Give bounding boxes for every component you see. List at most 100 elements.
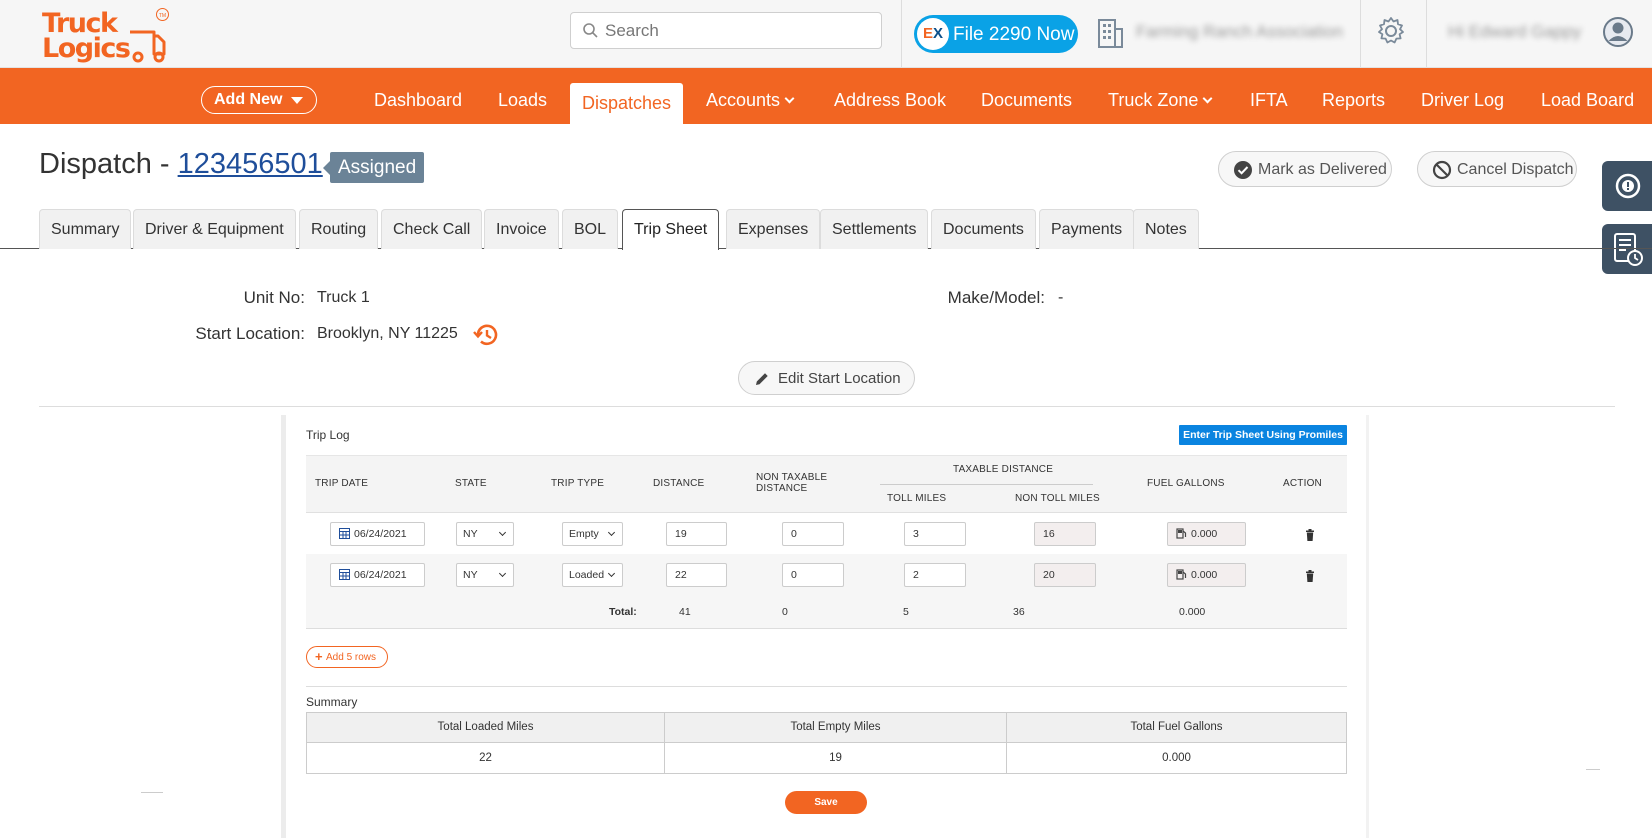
chevron-down-icon bbox=[607, 569, 616, 578]
file-2290-button[interactable]: EX File 2290 Now bbox=[914, 15, 1078, 53]
make-model-label: Make/Model: bbox=[947, 288, 1045, 307]
user-name[interactable]: Hi Edward Gappy bbox=[1448, 22, 1588, 42]
add-new-button[interactable]: Add New bbox=[201, 86, 317, 114]
add-5-rows-button[interactable]: + Add 5 rows bbox=[306, 646, 388, 668]
tab-driver-equipment[interactable]: Driver & Equipment bbox=[133, 209, 296, 249]
start-location-label: Start Location: bbox=[195, 324, 305, 343]
state-select[interactable]: NY bbox=[456, 563, 514, 587]
tab-invoice[interactable]: Invoice bbox=[484, 209, 559, 249]
nav-documents[interactable]: Documents bbox=[981, 90, 1072, 111]
scroll-marker bbox=[141, 792, 163, 793]
check-circle-icon bbox=[1234, 161, 1252, 179]
summary-loaded-miles: 22 bbox=[479, 752, 492, 764]
trip-type-select[interactable]: Empty bbox=[562, 522, 623, 546]
cancel-dispatch-button[interactable]: Cancel Dispatch bbox=[1417, 151, 1577, 187]
nav-truck-zone[interactable]: Truck Zone bbox=[1108, 90, 1213, 111]
trademark-badge: TM bbox=[156, 8, 169, 21]
make-model-value: - bbox=[1058, 289, 1064, 306]
nav-loads[interactable]: Loads bbox=[498, 90, 547, 111]
save-button[interactable]: Save bbox=[785, 791, 867, 814]
tab-documents[interactable]: Documents bbox=[931, 209, 1036, 249]
tab-notes[interactable]: Notes bbox=[1133, 209, 1199, 249]
trip-type-select[interactable]: Loaded bbox=[562, 563, 623, 587]
nav-driver-log[interactable]: Driver Log bbox=[1421, 90, 1504, 111]
summary-title: Summary bbox=[306, 695, 358, 709]
calendar-icon bbox=[339, 528, 350, 539]
summary-fuel-gallons: 0.000 bbox=[1162, 752, 1191, 764]
plus-icon: + bbox=[315, 649, 323, 664]
non-taxable-input[interactable]: 0 bbox=[782, 563, 844, 587]
tab-summary[interactable]: Summary bbox=[39, 209, 132, 249]
taxable-divider bbox=[880, 484, 1093, 485]
total-non-taxable: 0 bbox=[782, 606, 788, 618]
trucklogics-logo[interactable]: Truck Logics TM bbox=[40, 8, 172, 64]
trip-date-input[interactable]: 06/24/2021 bbox=[330, 522, 425, 546]
nav-ifta[interactable]: IFTA bbox=[1250, 90, 1288, 111]
tab-routing[interactable]: Routing bbox=[299, 209, 379, 249]
nav-reports[interactable]: Reports bbox=[1322, 90, 1385, 111]
tab-trip-sheet[interactable]: Trip Sheet bbox=[622, 209, 720, 250]
cancel-icon bbox=[1432, 160, 1452, 180]
tab-payments[interactable]: Payments bbox=[1039, 209, 1135, 249]
trip-date-input[interactable]: 06/24/2021 bbox=[330, 563, 425, 587]
document-history-icon bbox=[1614, 233, 1643, 266]
tab-settlements[interactable]: Settlements bbox=[820, 209, 929, 249]
panel-border bbox=[1366, 415, 1369, 838]
user-avatar-icon[interactable] bbox=[1602, 16, 1634, 48]
location-history-icon[interactable] bbox=[472, 321, 502, 349]
col-action: ACTION bbox=[1283, 478, 1322, 489]
state-select[interactable]: NY bbox=[456, 522, 514, 546]
organization-name[interactable]: Farming Ranch Association bbox=[1136, 22, 1346, 42]
header-divider bbox=[1360, 0, 1361, 67]
nav-dispatches[interactable]: Dispatches bbox=[570, 83, 684, 124]
mark-as-delivered-button[interactable]: Mark as Delivered bbox=[1218, 151, 1392, 187]
summary-table: Total Loaded Miles Total Empty Miles Tot… bbox=[306, 712, 1347, 774]
tab-expenses[interactable]: Expenses bbox=[726, 209, 821, 249]
total-distance: 41 bbox=[679, 606, 691, 618]
fuel-pump-icon bbox=[1176, 528, 1187, 539]
expresstrucktax-icon: EX bbox=[917, 18, 949, 50]
summary-divider bbox=[306, 686, 1347, 687]
tab-bol[interactable]: BOL bbox=[562, 209, 619, 249]
truck-logo-icon bbox=[130, 30, 166, 63]
nav-dashboard[interactable]: Dashboard bbox=[374, 90, 462, 111]
chevron-down-icon bbox=[498, 528, 507, 537]
chevron-down-icon bbox=[1202, 93, 1213, 104]
toll-miles-input[interactable]: 2 bbox=[904, 563, 966, 587]
col-distance: DISTANCE bbox=[653, 478, 705, 489]
search-box[interactable] bbox=[570, 12, 882, 49]
tab-check-call[interactable]: Check Call bbox=[381, 209, 483, 249]
gear-icon[interactable] bbox=[1376, 16, 1406, 46]
edit-start-location-button[interactable]: Edit Start Location bbox=[738, 361, 915, 395]
promiles-button[interactable]: Enter Trip Sheet Using Promiles bbox=[1179, 425, 1347, 445]
fuel-gallons-input[interactable]: 0.000 bbox=[1167, 522, 1246, 546]
fuel-gallons-input[interactable]: 0.000 bbox=[1167, 563, 1246, 587]
nav-accounts[interactable]: Accounts bbox=[706, 90, 795, 111]
distance-input[interactable]: 19 bbox=[666, 522, 727, 546]
non-taxable-input[interactable]: 0 bbox=[782, 522, 844, 546]
panel-border bbox=[281, 415, 286, 838]
total-fuel-gallons: 0.000 bbox=[1179, 606, 1206, 618]
col-non-toll-miles: NON TOLL MILES bbox=[1015, 493, 1100, 504]
history-panel-button[interactable] bbox=[1602, 224, 1652, 274]
header-divider bbox=[1426, 0, 1427, 67]
unit-no-value: Truck 1 bbox=[317, 289, 370, 306]
chevron-down-icon bbox=[498, 569, 507, 578]
col-taxable-distance: TAXABLE DISTANCE bbox=[953, 464, 1054, 475]
search-input[interactable] bbox=[605, 21, 865, 41]
summary-empty-miles: 19 bbox=[829, 752, 842, 764]
dispatch-number-link[interactable]: 123456501 bbox=[178, 148, 323, 180]
toll-miles-input[interactable]: 3 bbox=[904, 522, 966, 546]
col-trip-date: TRIP DATE bbox=[315, 478, 369, 489]
distance-input[interactable]: 22 bbox=[666, 563, 727, 587]
trash-icon[interactable] bbox=[1305, 529, 1315, 541]
col-non-taxable: NON TAXABLE DISTANCE bbox=[756, 472, 828, 494]
support-panel-button[interactable] bbox=[1602, 161, 1652, 211]
trip-log-title: Trip Log bbox=[306, 428, 350, 442]
col-trip-type: TRIP TYPE bbox=[551, 478, 605, 489]
non-toll-miles-value: 20 bbox=[1034, 563, 1096, 587]
nav-load-board[interactable]: Load Board bbox=[1541, 90, 1634, 111]
nav-address-book[interactable]: Address Book bbox=[834, 90, 946, 111]
trash-icon[interactable] bbox=[1305, 570, 1315, 582]
start-location-value: Brooklyn, NY 11225 bbox=[317, 325, 458, 342]
